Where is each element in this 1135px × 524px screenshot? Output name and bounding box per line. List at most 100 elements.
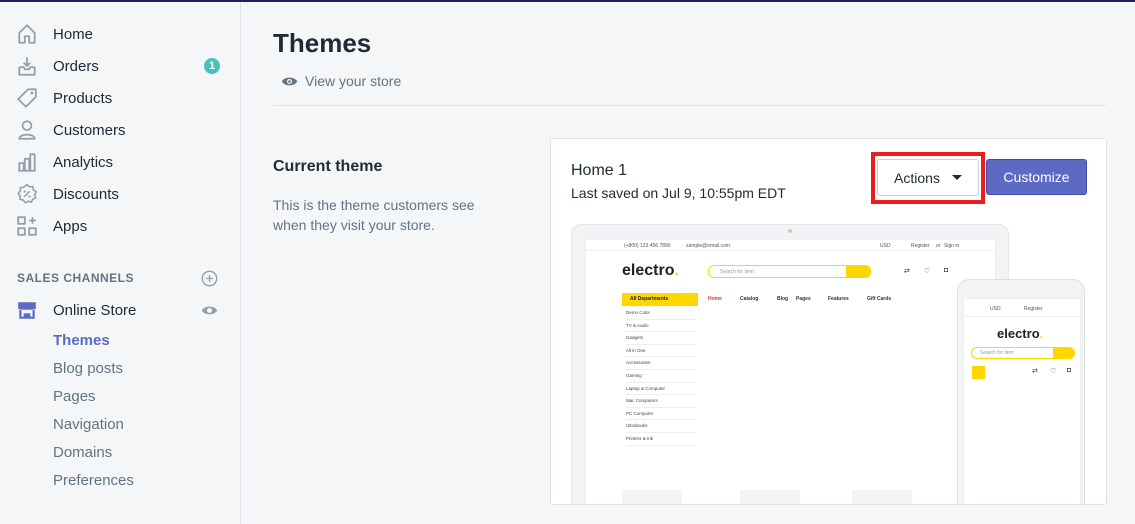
- sidebar-item-home[interactable]: Home: [16, 22, 226, 46]
- current-theme-heading: Current theme: [273, 158, 383, 175]
- preview-product-thumb: [740, 490, 800, 504]
- sidebar-item-label: Discounts: [53, 185, 119, 203]
- list-item: Accessories: [626, 357, 696, 370]
- person-icon: [16, 119, 38, 141]
- preview-mobile-compare-icon: ⇄: [1032, 368, 1038, 375]
- preview-mobile-bag-icon: ◘: [1067, 367, 1072, 374]
- sidebar-sub-pages[interactable]: Pages: [53, 388, 96, 405]
- sidebar-item-products[interactable]: Products: [16, 86, 226, 110]
- sidebar-sub-navigation[interactable]: Navigation: [53, 416, 124, 433]
- store-icon: [16, 299, 38, 321]
- sidebar-sub-blog-posts[interactable]: Blog posts: [53, 360, 123, 377]
- sidebar-item-label: Home: [53, 25, 94, 43]
- list-item: Gadgets: [626, 332, 696, 345]
- preview-search-placeholder: Search for item: [720, 269, 754, 275]
- preview-heart-icon: ♡: [924, 268, 931, 275]
- list-item: PC Computer: [626, 408, 696, 421]
- sidebar-item-label: Online Store: [53, 301, 137, 319]
- actions-label: Actions: [894, 169, 940, 186]
- preview-mobile-menu-icon: [972, 366, 985, 379]
- preview-mobile-search-placeholder: Search for item: [980, 350, 1014, 356]
- current-theme-card: Home 1 Last saved on Jul 9, 10:55pm EDT …: [550, 138, 1107, 505]
- bar-chart-icon: [16, 151, 38, 173]
- preview-compare-icon: ⇄: [904, 268, 910, 275]
- sidebar-item-label: Analytics: [53, 153, 114, 171]
- sidebar-sub-themes[interactable]: Themes: [53, 332, 110, 349]
- preview-logo: electro.: [622, 262, 679, 279]
- preview-nav-gift-cards: Gift Cards: [867, 296, 892, 302]
- mobile-preview[interactable]: USD Register electro. Search for item ⇄ …: [957, 279, 1085, 504]
- desktop-preview[interactable]: (+800) 123 456 7890 sample@email.com USD…: [571, 224, 1009, 504]
- sidebar-sub-preferences[interactable]: Preferences: [53, 472, 134, 489]
- preview-or: or: [936, 243, 941, 249]
- camera-dot: [788, 229, 792, 233]
- preview-mobile-register: Register: [1024, 306, 1043, 312]
- preview-search-button: [846, 265, 871, 278]
- view-store-eye-icon[interactable]: [201, 304, 218, 317]
- sidebar-item-discounts[interactable]: Discounts: [16, 182, 226, 206]
- caret-down-icon: [951, 175, 962, 180]
- mobile-preview-screen: USD Register electro. Search for item ⇄ …: [963, 298, 1081, 504]
- actions-button[interactable]: Actions: [877, 159, 979, 196]
- preview-nav-home: Home: [708, 296, 722, 302]
- preview-mobile-logo: electro.: [997, 326, 1044, 341]
- preview-department-list: Demo Color TV & Audio Gadgets All in One…: [626, 307, 696, 446]
- preview-nav-catalog: Catalog: [740, 296, 759, 302]
- preview-mobile-divider: [964, 316, 1080, 317]
- sidebar-item-label: Products: [53, 89, 113, 107]
- sidebar: Home Orders 1 Products Customers Analyti…: [0, 2, 241, 524]
- sidebar-item-label: Customers: [53, 121, 126, 139]
- add-channel-plus-icon[interactable]: [201, 270, 218, 287]
- discount-icon: [16, 183, 38, 205]
- sidebar-item-orders[interactable]: Orders 1: [16, 54, 226, 78]
- list-item: Mac Computers: [626, 395, 696, 408]
- preview-mobile-search-button: [1053, 347, 1075, 359]
- preview-product-thumb: [622, 490, 682, 504]
- list-item: Demo Color: [626, 307, 696, 320]
- sidebar-item-customers[interactable]: Customers: [16, 118, 226, 142]
- preview-mobile-search: Search for item: [971, 347, 1075, 359]
- theme-last-saved: Last saved on Jul 9, 10:55pm EDT: [571, 185, 786, 201]
- current-theme-description: This is the theme customers see when the…: [273, 197, 475, 233]
- preview-nav-pages: Pages: [796, 296, 811, 302]
- desktop-preview-screen: (+800) 123 456 7890 sample@email.com USD…: [585, 239, 996, 504]
- preview-register: Register: [911, 243, 930, 249]
- preview-bag-icon: ◘: [944, 267, 949, 274]
- list-item: Laptop & Computer: [626, 383, 696, 396]
- preview-nav-blog: Blog: [777, 296, 789, 302]
- apps-icon: [16, 215, 38, 237]
- sales-channels-heading: SALES CHANNELS: [17, 271, 135, 285]
- preview-phone: (+800) 123 456 7890: [624, 243, 671, 249]
- preview-signin: Sign in: [944, 243, 960, 249]
- preview-email: sample@email.com: [686, 243, 730, 249]
- home-icon: [16, 23, 38, 45]
- customize-button[interactable]: Customize: [986, 159, 1087, 195]
- preview-product-thumb: [852, 490, 912, 504]
- sidebar-item-apps[interactable]: Apps: [16, 214, 226, 238]
- sidebar-item-label: Orders: [53, 57, 99, 75]
- preview-search: Search for item: [708, 265, 871, 278]
- preview-mobile-currency: USD: [990, 306, 1001, 312]
- list-item: All in One: [626, 345, 696, 358]
- sidebar-item-online-store[interactable]: Online Store: [16, 298, 226, 322]
- orders-count-badge: 1: [204, 58, 220, 74]
- sidebar-item-label: Apps: [53, 217, 88, 235]
- preview-mobile-heart-icon: ♡: [1050, 368, 1057, 375]
- list-item: Ultrabooks: [626, 420, 696, 433]
- view-store-link[interactable]: View your store: [274, 73, 401, 89]
- list-item: Printers & Ink: [626, 433, 696, 446]
- list-item: TV & Audio: [626, 320, 696, 333]
- theme-name: Home 1: [571, 162, 628, 179]
- header-divider: [273, 105, 1106, 106]
- preview-topbar: (+800) 123 456 7890 sample@email.com USD…: [586, 240, 995, 251]
- preview-currency: USD: [880, 243, 891, 249]
- preview-all-departments: All Departments: [622, 293, 698, 306]
- eye-icon: [281, 75, 298, 88]
- page-title: Themes: [273, 28, 372, 58]
- orders-icon: [16, 55, 38, 77]
- tag-icon: [16, 87, 38, 109]
- view-store-label: View your store: [305, 73, 402, 89]
- sidebar-item-analytics[interactable]: Analytics: [16, 150, 226, 174]
- list-item: Gaming: [626, 370, 696, 383]
- sidebar-sub-domains[interactable]: Domains: [53, 444, 112, 461]
